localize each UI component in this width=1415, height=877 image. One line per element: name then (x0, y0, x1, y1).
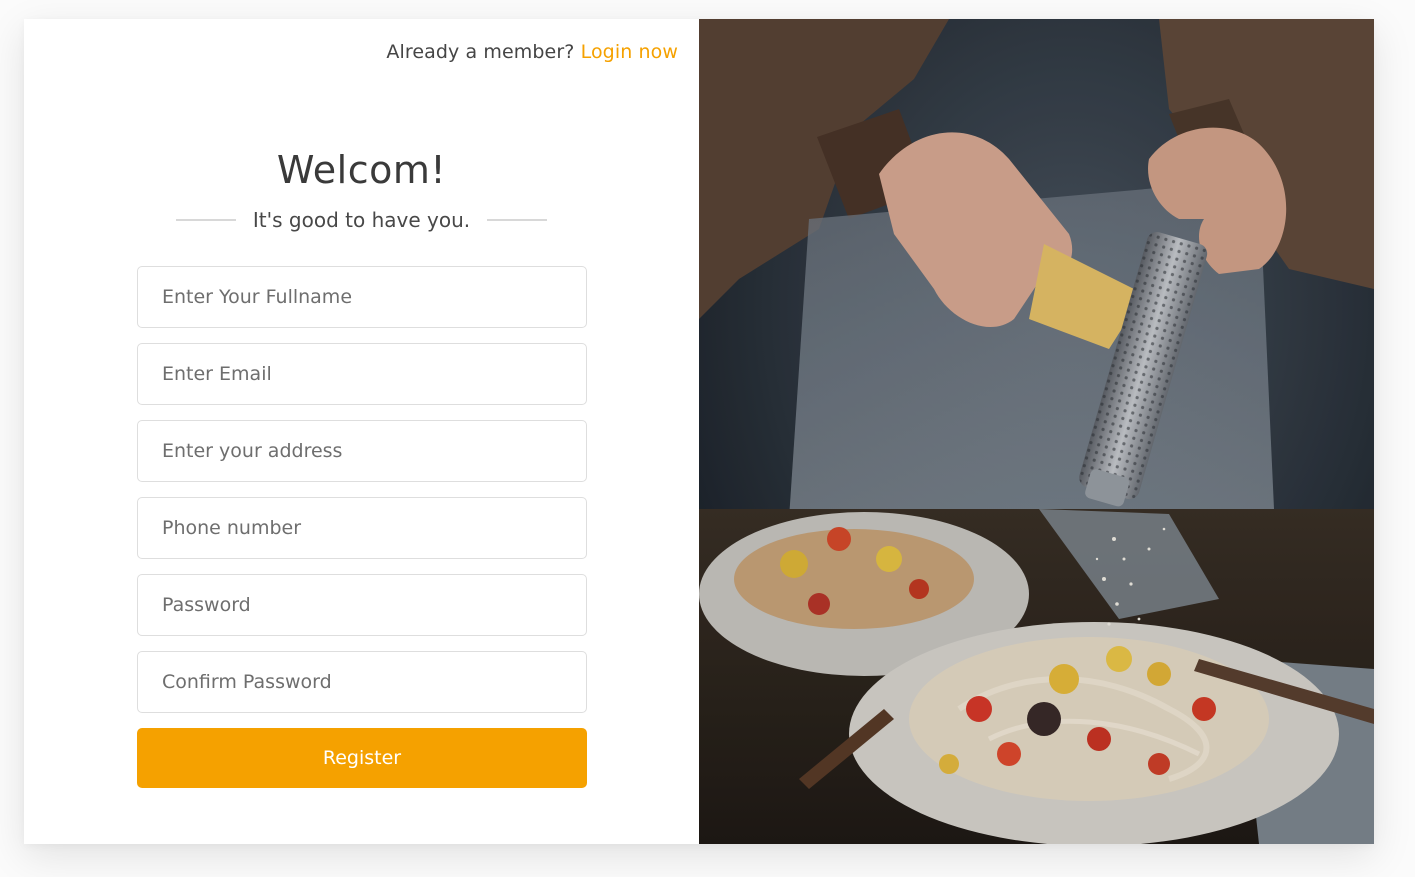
address-input[interactable] (137, 420, 587, 482)
register-card: Already a member? Login now Welcom! It's… (24, 19, 1374, 844)
login-now-link[interactable]: Login now (581, 41, 678, 63)
hero-photo-illustration (699, 19, 1374, 844)
confirm-password-input[interactable] (137, 651, 587, 713)
register-form-pane: Already a member? Login now Welcom! It's… (24, 19, 699, 844)
subtitle-divider-left (176, 219, 236, 221)
fullname-input[interactable] (137, 266, 587, 328)
subtitle-row: It's good to have you. (176, 206, 547, 234)
hero-image (699, 19, 1374, 844)
login-prompt: Already a member? Login now (386, 41, 678, 63)
page-title: Welcom! (276, 148, 447, 192)
email-input[interactable] (137, 343, 587, 405)
phone-input[interactable] (137, 497, 587, 559)
page-subtitle: It's good to have you. (252, 208, 471, 232)
subtitle-divider-right (487, 219, 547, 221)
registration-form (137, 266, 587, 728)
member-prompt-text: Already a member? (386, 41, 575, 63)
register-button[interactable]: Register (137, 728, 587, 788)
photo-vignette (699, 19, 1374, 844)
password-input[interactable] (137, 574, 587, 636)
